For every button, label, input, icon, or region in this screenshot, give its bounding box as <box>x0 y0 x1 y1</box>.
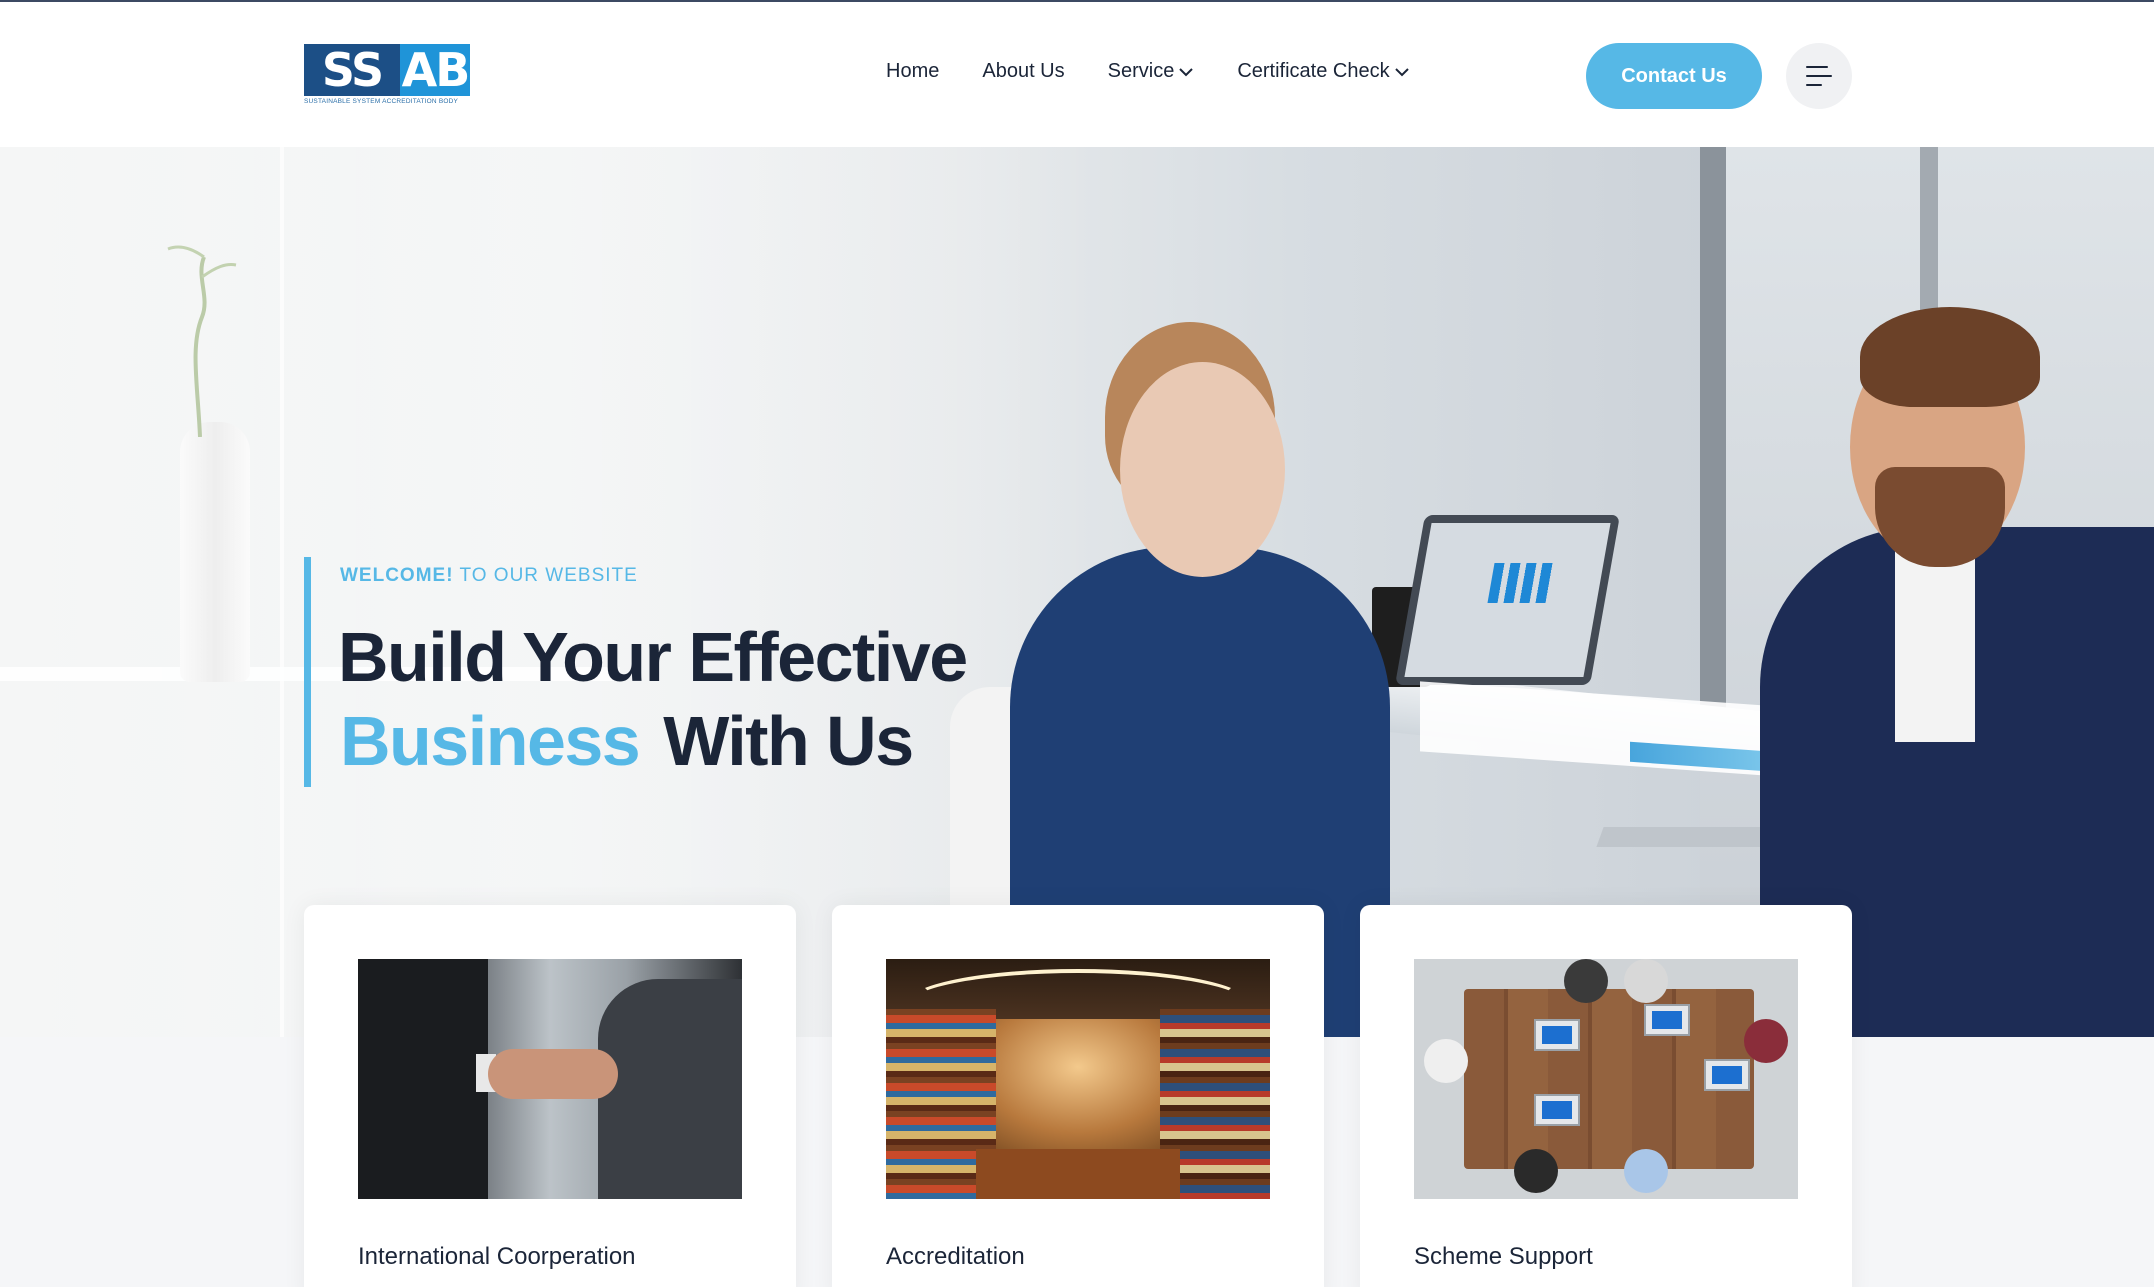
nav-about-label: About Us <box>982 60 1065 82</box>
nav-certificate-check[interactable]: Certificate Check <box>1237 60 1409 83</box>
site-header: SS AB SUSTAINABLE SYSTEM ACCREDITATION B… <box>0 2 2154 147</box>
card-title[interactable]: Accreditation <box>886 1243 1025 1271</box>
library-floor <box>976 1149 1180 1199</box>
suit-right <box>598 979 742 1199</box>
card-title[interactable]: Scheme Support <box>1414 1243 1593 1271</box>
nav-service[interactable]: Service <box>1108 60 1195 83</box>
service-card-international-cooperation[interactable]: International Coorperation <box>304 905 796 1287</box>
library-photo <box>886 959 1270 1199</box>
chevron-down-icon <box>1394 67 1409 76</box>
contact-us-button[interactable]: Contact Us <box>1586 43 1762 109</box>
hero-headline-line2: Business With Us <box>340 701 914 781</box>
laptop <box>1534 1094 1580 1126</box>
handshake <box>488 1049 618 1099</box>
chevron-down-icon <box>1179 67 1194 76</box>
welcome-tagline: WELCOME! TO OUR WEBSITE <box>340 565 638 587</box>
woman-face <box>1120 362 1285 577</box>
logo-mark: SS AB <box>304 44 470 96</box>
chart-bars <box>1487 563 1565 603</box>
hero-banner: WELCOME! TO OUR WEBSITE Build Your Effec… <box>0 147 2154 1037</box>
nav-home[interactable]: Home <box>886 60 939 83</box>
welcome-bold: WELCOME! <box>340 565 454 586</box>
headline-rest: With Us <box>663 702 914 780</box>
man-hair <box>1860 307 2040 407</box>
person <box>1564 959 1608 1003</box>
headline-highlight: Business <box>340 702 641 780</box>
laptop <box>1534 1019 1580 1051</box>
nav-about-us[interactable]: About Us <box>982 60 1064 83</box>
man-shirt <box>1895 542 1975 742</box>
menu-line <box>1806 75 1832 77</box>
main-nav: Home About Us Service Certificate Check <box>886 60 1453 83</box>
welcome-rest: TO OUR WEBSITE <box>453 565 638 586</box>
laptop-screen <box>1395 515 1620 685</box>
accent-line <box>304 557 311 787</box>
person <box>1744 1019 1788 1063</box>
menu-line <box>1806 66 1828 68</box>
nav-certificate-label: Certificate Check <box>1237 60 1390 82</box>
laptop <box>1704 1059 1750 1091</box>
nav-home-label: Home <box>886 60 940 82</box>
handshake-photo <box>358 959 742 1199</box>
team-meeting-photo <box>1414 959 1798 1199</box>
ssab-logo[interactable]: SS AB SUSTAINABLE SYSTEM ACCREDITATION B… <box>304 44 470 106</box>
laptop <box>1644 1004 1690 1036</box>
person <box>1514 1149 1558 1193</box>
nav-service-label: Service <box>1107 60 1175 82</box>
hamburger-menu-icon[interactable] <box>1786 43 1852 109</box>
logo-right: AB <box>400 43 470 97</box>
window-frame <box>1700 147 1726 747</box>
person <box>1424 1039 1468 1083</box>
service-card-accreditation[interactable]: Accreditation <box>832 905 1324 1287</box>
suit-left <box>358 959 488 1199</box>
person <box>1624 1149 1668 1193</box>
service-card-scheme-support[interactable]: Scheme Support <box>1360 905 1852 1287</box>
person <box>1624 959 1668 1003</box>
logo-left: SS <box>304 44 400 96</box>
hero-headline-line1: Build Your Effective <box>338 618 968 696</box>
hero-text-block: WELCOME! TO OUR WEBSITE Build Your Effec… <box>304 557 1064 787</box>
card-title[interactable]: International Coorperation <box>358 1243 636 1271</box>
logo-tagline: SUSTAINABLE SYSTEM ACCREDITATION BODY <box>304 98 459 105</box>
menu-line <box>1806 84 1822 86</box>
